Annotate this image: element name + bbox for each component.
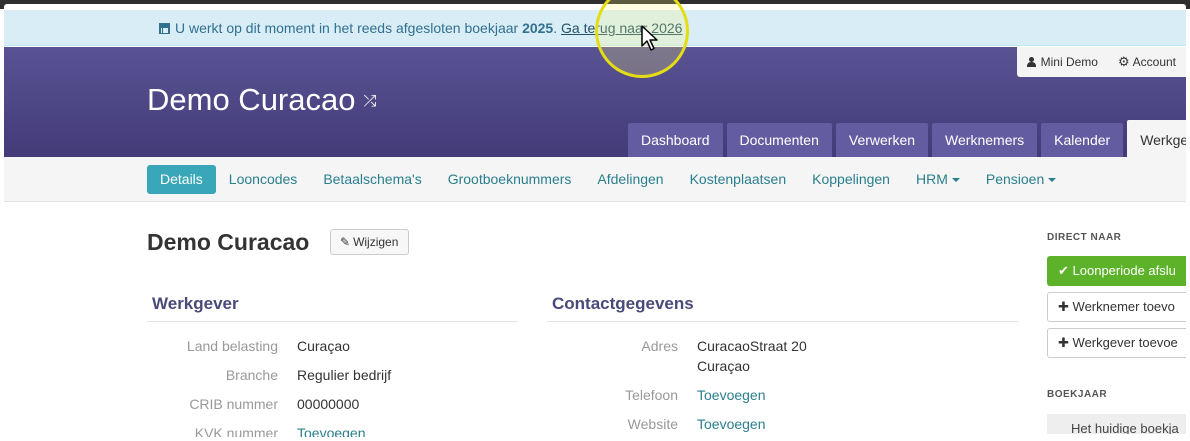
row-label: Telefoon <box>625 387 678 403</box>
subnav-koppelingen[interactable]: Koppelingen <box>799 165 903 194</box>
crib-number-value: 00000000 <box>297 396 360 412</box>
tab-verwerken[interactable]: Verwerken <box>835 123 929 157</box>
user-menu: Mini Demo ⚙ Account <box>1016 47 1186 77</box>
subnav-pensioen-dropdown[interactable]: Pensioen <box>973 165 1069 194</box>
contact-section: Contactgegevens Adres CuracaoStraat 20 C… <box>547 294 1018 437</box>
chevron-down-icon <box>951 178 960 183</box>
row-label: Website <box>627 416 678 432</box>
subnav-looncodes[interactable]: Looncodes <box>216 165 311 194</box>
address-line-2: Curaçao <box>697 358 750 374</box>
calendar-icon <box>159 23 170 34</box>
werkgever-section: Werkgever Land belasting Curaçao Branche… <box>147 294 518 437</box>
plus-icon: ✚ <box>1058 299 1069 314</box>
address-value: CuracaoStraat 20 Curaçao <box>697 336 807 376</box>
switch-company-icon[interactable]: ⤮ <box>363 93 376 110</box>
tab-documenten[interactable]: Documenten <box>726 123 832 157</box>
quick-links-panel: DIRECT NAAR ✔ Loonperiode afslu ✚ Werkne… <box>1047 232 1186 434</box>
row-label: KVK nummer <box>194 425 278 437</box>
website-add-link[interactable]: Toevoegen <box>697 414 766 434</box>
subnav-hrm-label: HRM <box>915 171 948 187</box>
subnav-pensioen-label: Pensioen <box>985 171 1045 187</box>
row-label: Land belasting <box>186 338 278 354</box>
user-icon <box>1026 57 1036 67</box>
notice-text: U werkt op dit moment in het reeds afges… <box>175 20 519 36</box>
add-employer-button[interactable]: ✚ Werkgever toevoe <box>1047 328 1186 358</box>
account-label: Account <box>1132 55 1176 69</box>
company-name-text: Demo Curacao <box>147 82 356 117</box>
row-label: Branche <box>225 367 278 383</box>
notice-year: 2025 <box>522 20 554 36</box>
notice-separator: . <box>553 20 562 36</box>
browser-viewport: U werkt op dit moment in het reeds afges… <box>4 4 1186 437</box>
add-employee-button[interactable]: ✚ Werknemer toevo <box>1047 292 1186 322</box>
pencil-icon: ✎ <box>340 235 351 249</box>
subnav-kostenplaatsen[interactable]: Kostenplaatsen <box>677 165 800 194</box>
subnav-details[interactable]: Details <box>147 165 216 194</box>
edit-button[interactable]: ✎ Wijzigen <box>330 229 410 255</box>
werkgever-heading: Werkgever <box>147 294 518 322</box>
company-name: Demo Curacao ⤮ <box>147 82 376 118</box>
boekjaar-current-item[interactable]: Het huidige boekja <box>1047 414 1186 434</box>
land-belasting-value: Curaçao <box>297 338 350 354</box>
row-label: Adres <box>641 338 678 354</box>
mouse-cursor-icon <box>641 25 658 51</box>
close-pay-period-label: Loonperiode afslu <box>1072 263 1176 278</box>
edit-button-label: Wijzigen <box>353 235 399 249</box>
user-name: Mini Demo <box>1040 55 1098 69</box>
contact-heading: Contactgegevens <box>547 294 1018 322</box>
subnav-betaalschemas[interactable]: Betaalschema's <box>310 165 434 194</box>
detail-row: KVK nummer Toevoegen <box>147 423 518 437</box>
check-icon: ✔ <box>1058 263 1069 278</box>
add-employee-label: Werknemer toevo <box>1072 299 1175 314</box>
tab-werkgever[interactable]: Werkgever <box>1127 120 1186 157</box>
user-menu-item[interactable]: Mini Demo <box>1017 47 1108 77</box>
main-tabs: Dashboard Documenten Verwerken Werknemer… <box>628 120 1186 157</box>
detail-row: Website Toevoegen <box>547 414 1018 434</box>
tab-werknemers[interactable]: Werknemers <box>932 123 1038 157</box>
row-label: CRIB nummer <box>189 396 278 412</box>
detail-row: Adres CuracaoStraat 20 Curaçao <box>547 336 1018 376</box>
subnav-afdelingen[interactable]: Afdelingen <box>584 165 676 194</box>
tab-dashboard[interactable]: Dashboard <box>628 123 723 157</box>
detail-row: Land belasting Curaçao <box>147 336 518 356</box>
branche-value: Regulier bedrijf <box>297 367 392 383</box>
kvk-add-link[interactable]: Toevoegen <box>297 423 366 437</box>
gear-icon: ⚙ <box>1117 54 1130 69</box>
phone-add-link[interactable]: Toevoegen <box>697 385 766 405</box>
direct-naar-heading: DIRECT NAAR <box>1047 232 1122 243</box>
chevron-down-icon <box>1048 178 1057 183</box>
boekjaar-heading: BOEKJAAR <box>1047 389 1108 400</box>
detail-row: Branche Regulier bedrijf <box>147 365 518 385</box>
subnav-hrm-dropdown[interactable]: HRM <box>903 165 973 194</box>
tab-kalender[interactable]: Kalender <box>1041 123 1124 157</box>
close-pay-period-button[interactable]: ✔ Loonperiode afslu <box>1047 256 1186 286</box>
account-menu-item[interactable]: ⚙ Account <box>1108 47 1186 77</box>
plus-icon: ✚ <box>1058 335 1069 350</box>
detail-row: Telefoon Toevoegen <box>547 385 1018 405</box>
app-header: Demo Curacao ⤮ Mini Demo ⚙ Account Dashboa… <box>4 47 1186 157</box>
sub-navigation: Details Looncodes Betaalschema's Grootbo… <box>4 157 1186 202</box>
add-employer-label: Werkgever toevoe <box>1072 335 1178 350</box>
subnav-grootboeknummers[interactable]: Grootboeknummers <box>435 165 585 194</box>
address-line-1: CuracaoStraat 20 <box>697 338 807 354</box>
detail-row: CRIB nummer 00000000 <box>147 394 518 414</box>
page-title: Demo Curacao <box>147 229 310 255</box>
